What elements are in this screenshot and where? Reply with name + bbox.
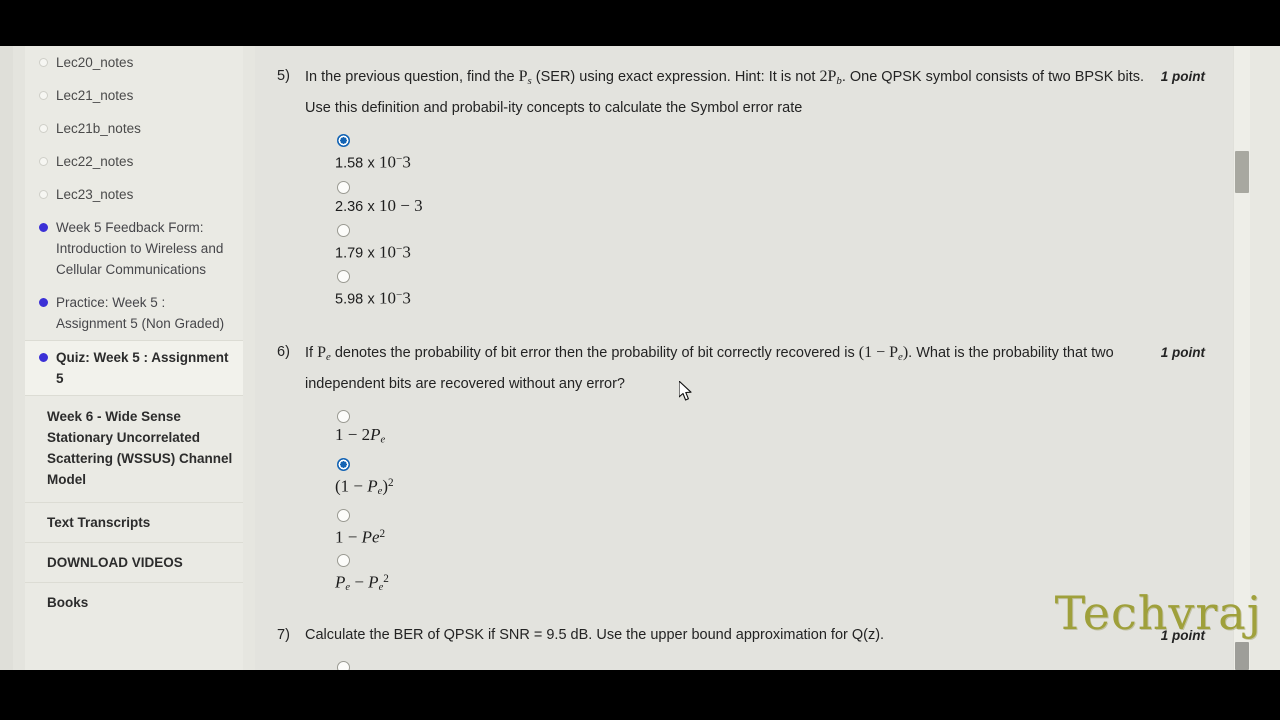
option-label: 1.79 x 10−3 bbox=[335, 242, 411, 262]
radio-q6-opt2[interactable] bbox=[337, 457, 350, 471]
sidebar-link-books[interactable]: Books bbox=[25, 582, 243, 622]
option-row[interactable]: 5.98 x 10−3 bbox=[335, 270, 1220, 311]
sidebar-item-label: Quiz: Week 5 : Assignment 5 bbox=[56, 350, 229, 386]
sidebar-item-practice-week5-assignment5[interactable]: Practice: Week 5 : Assignment 5 (Non Gra… bbox=[25, 286, 243, 340]
letterbox-bottom bbox=[0, 670, 1280, 720]
page-left-margin-inner bbox=[13, 46, 25, 670]
unread-dot-icon bbox=[39, 91, 48, 100]
option-row[interactable]: 1.79 x 10−3 bbox=[335, 223, 1220, 265]
radio-q6-opt3[interactable] bbox=[337, 508, 350, 522]
radio-q6-opt4[interactable] bbox=[337, 554, 350, 568]
question-6: 6) 1 point If Pe denotes the probability… bbox=[255, 339, 1250, 600]
radio-q7-opt1[interactable] bbox=[337, 660, 350, 670]
sidebar-item-label: Week 5 Feedback Form: Introduction to Wi… bbox=[56, 220, 224, 277]
question-7-text-part1: Calculate the BER of QPSK if SNR = 9.5 d… bbox=[305, 626, 885, 643]
unread-dot-icon bbox=[39, 58, 48, 67]
question-5-math-ps: Ps bbox=[518, 68, 532, 88]
read-dot-icon bbox=[39, 223, 48, 232]
sidebar-item-label: Lec22_notes bbox=[56, 154, 134, 169]
option-label: 1 − 2Pe bbox=[335, 424, 386, 446]
sidebar-item-label: Lec20_notes bbox=[56, 55, 134, 70]
question-7: 7) 1 point Calculate the BER of QPSK if … bbox=[255, 622, 1250, 670]
video-frame: Lec20_notes Lec21_notes Lec21b_notes Lec… bbox=[0, 0, 1280, 720]
option-row[interactable]: 1.0 x 10−5 bbox=[335, 660, 1220, 670]
question-7-points: 1 point bbox=[1160, 627, 1205, 643]
question-7-options: 1.0 x 10−5 1.27 x 10−5 bbox=[305, 660, 1220, 670]
question-5-text-part2: (SER) using exact expression. Hint: It i… bbox=[531, 69, 820, 85]
option-row[interactable]: 1 − Pe2 bbox=[335, 508, 1220, 549]
sidebar-item-label: Practice: Week 5 : Assignment 5 (Non Gra… bbox=[56, 295, 225, 331]
page-left-margin bbox=[0, 46, 13, 670]
quiz-content: 5) 1 point In the previous question, fin… bbox=[255, 46, 1250, 670]
question-5-number: 5) bbox=[277, 68, 290, 84]
radio-q5-opt2[interactable] bbox=[337, 180, 350, 194]
sidebar-item-label: Lec23_notes bbox=[56, 187, 134, 202]
browser-viewport: Lec20_notes Lec21_notes Lec21b_notes Lec… bbox=[0, 46, 1280, 670]
sidebar-link-download-videos[interactable]: DOWNLOAD VIDEOS bbox=[25, 542, 243, 582]
read-dot-icon bbox=[39, 353, 48, 362]
option-row[interactable]: 1.58 x 10−3 bbox=[335, 134, 1220, 175]
unread-dot-icon bbox=[39, 157, 48, 166]
sidebar-heading-week6[interactable]: Week 6 - Wide Sense Stationary Uncorrela… bbox=[25, 396, 243, 502]
unread-dot-icon bbox=[39, 124, 48, 133]
vertical-scrollbar[interactable] bbox=[1233, 46, 1250, 670]
question-5-text: 5) 1 point In the previous question, fin… bbox=[277, 63, 1220, 122]
radio-q5-opt3[interactable] bbox=[337, 223, 350, 237]
question-5-text-part1: In the previous question, find the bbox=[305, 69, 519, 85]
radio-q6-opt1[interactable] bbox=[337, 409, 350, 423]
option-label: 1.58 x 10−3 bbox=[335, 152, 411, 172]
sidebar-item-label: Lec21b_notes bbox=[56, 121, 141, 136]
option-row[interactable]: Pe − Pe2 bbox=[335, 554, 1220, 599]
sidebar-link-text-transcripts[interactable]: Text Transcripts bbox=[25, 502, 243, 542]
question-5-options: 1.58 x 10−3 2.36 x 10 − 3 1.79 x 10−3 5.… bbox=[305, 134, 1220, 311]
question-5: 5) 1 point In the previous question, fin… bbox=[255, 63, 1250, 311]
course-sidebar[interactable]: Lec20_notes Lec21_notes Lec21b_notes Lec… bbox=[25, 46, 243, 670]
question-5-math-2pb: 2Pb bbox=[819, 68, 842, 88]
scrollbar-thumb-secondary[interactable] bbox=[1235, 642, 1249, 670]
question-6-text-part2: denotes the probability of bit error the… bbox=[330, 344, 859, 361]
question-5-points: 1 point bbox=[1160, 69, 1205, 84]
sidebar-item-lec21b-notes[interactable]: Lec21b_notes bbox=[25, 112, 243, 145]
scrollbar-thumb[interactable] bbox=[1235, 151, 1249, 193]
sidebar-item-lec21-notes[interactable]: Lec21_notes bbox=[25, 79, 243, 112]
letterbox-top bbox=[0, 0, 1280, 46]
radio-q5-opt1[interactable] bbox=[337, 134, 350, 148]
option-row[interactable]: 2.36 x 10 − 3 bbox=[335, 180, 1220, 218]
sidebar-item-lec20-notes[interactable]: Lec20_notes bbox=[25, 46, 243, 79]
question-7-number: 7) bbox=[277, 626, 290, 643]
option-row[interactable]: 1 − 2Pe bbox=[335, 409, 1220, 452]
question-6-math-pe: Pe bbox=[317, 343, 331, 363]
option-row[interactable]: (1 − Pe)2 bbox=[335, 457, 1220, 503]
question-6-math-1-minus-pe: (1 − Pe) bbox=[858, 343, 909, 363]
question-6-number: 6) bbox=[277, 343, 290, 360]
question-6-text: 6) 1 point If Pe denotes the probability… bbox=[277, 339, 1220, 398]
option-label: Pe − Pe2 bbox=[335, 572, 389, 594]
option-label: 1 − Pe2 bbox=[335, 527, 386, 547]
option-label: (1 − Pe)2 bbox=[335, 476, 394, 497]
read-dot-icon bbox=[39, 298, 48, 307]
question-6-options: 1 − 2Pe (1 − Pe)2 1 − Pe2 Pe − Pe2 bbox=[305, 409, 1220, 600]
sidebar-item-lec23-notes[interactable]: Lec23_notes bbox=[25, 178, 243, 211]
sidebar-item-quiz-week5-assignment5[interactable]: Quiz: Week 5 : Assignment 5 bbox=[25, 340, 243, 396]
sidebar-content-gap bbox=[243, 46, 255, 670]
sidebar-item-label: Lec21_notes bbox=[56, 88, 134, 103]
radio-q5-opt4[interactable] bbox=[337, 270, 350, 284]
option-label: 2.36 x 10 − 3 bbox=[335, 195, 423, 215]
unread-dot-icon bbox=[39, 190, 48, 199]
option-label: 5.98 x 10−3 bbox=[335, 288, 411, 308]
sidebar-item-week5-feedback-form[interactable]: Week 5 Feedback Form: Introduction to Wi… bbox=[25, 211, 243, 286]
question-6-text-part1: If bbox=[305, 344, 318, 361]
question-7-text: 7) 1 point Calculate the BER of QPSK if … bbox=[277, 622, 1220, 649]
sidebar-item-lec22-notes[interactable]: Lec22_notes bbox=[25, 145, 243, 178]
sidebar-list: Lec20_notes Lec21_notes Lec21b_notes Lec… bbox=[25, 46, 243, 622]
question-6-points: 1 point bbox=[1160, 344, 1205, 360]
